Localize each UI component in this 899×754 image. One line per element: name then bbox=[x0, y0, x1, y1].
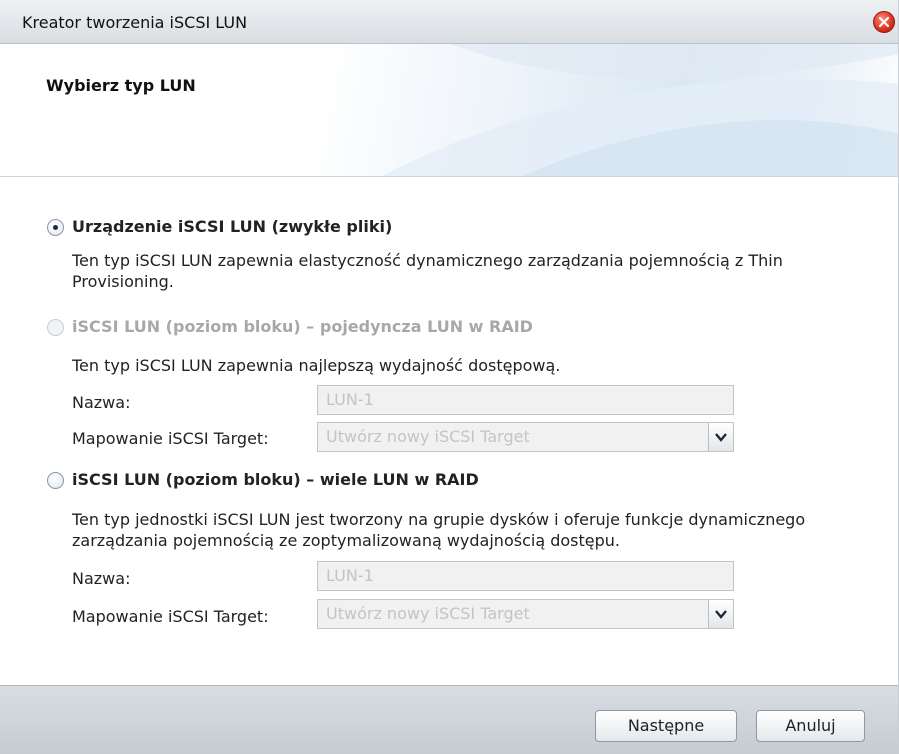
wizard-header: Wybierz typ LUN bbox=[0, 44, 898, 177]
multi-lun-target-label: Mapowanie iSCSI Target: bbox=[72, 607, 269, 626]
radio-single-lun-raid[interactable] bbox=[47, 319, 64, 336]
chevron-down-icon bbox=[715, 433, 727, 442]
close-icon bbox=[878, 16, 890, 28]
title-bar[interactable]: Kreator tworzenia iSCSI LUN bbox=[0, 0, 898, 44]
multi-lun-name-input[interactable]: LUN-1 bbox=[317, 561, 734, 591]
close-button[interactable] bbox=[873, 11, 895, 33]
radio-selected-dot bbox=[53, 225, 58, 230]
single-lun-name-label: Nazwa: bbox=[72, 393, 131, 412]
single-lun-target-label: Mapowanie iSCSI Target: bbox=[72, 429, 269, 448]
single-lun-name-input[interactable]: LUN-1 bbox=[317, 385, 734, 415]
option-multi-lun-raid-label[interactable]: iSCSI LUN (poziom bloku) – wiele LUN w R… bbox=[72, 470, 479, 489]
window-title: Kreator tworzenia iSCSI LUN bbox=[22, 13, 248, 32]
single-lun-target-dropdown-button[interactable] bbox=[708, 423, 733, 451]
multi-lun-target-select[interactable]: Utwórz nowy iSCSI Target bbox=[317, 599, 734, 629]
step-title: Wybierz typ LUN bbox=[46, 76, 196, 95]
wizard-footer: Następne Anuluj bbox=[0, 685, 898, 754]
option-file-lun-description: Ten typ iSCSI LUN zapewnia elastyczność … bbox=[72, 251, 783, 291]
header-decoration bbox=[381, 44, 898, 176]
single-lun-target-select[interactable]: Utwórz nowy iSCSI Target bbox=[317, 422, 734, 452]
option-file-lun-label[interactable]: Urządzenie iSCSI LUN (zwykłe pliki) bbox=[72, 217, 392, 236]
radio-multi-lun-raid[interactable] bbox=[47, 472, 64, 489]
wizard-content: Urządzenie iSCSI LUN (zwykłe pliki) Ten … bbox=[0, 177, 898, 685]
multi-lun-name-label: Nazwa: bbox=[72, 569, 131, 588]
option-multi-lun-raid-description: Ten typ jednostki iSCSI LUN jest tworzon… bbox=[72, 510, 806, 550]
wizard-window: Kreator tworzenia iSCSI LUN Wybierz typ … bbox=[0, 0, 899, 754]
cancel-button[interactable]: Anuluj bbox=[756, 710, 865, 742]
radio-file-lun[interactable] bbox=[47, 219, 64, 236]
single-lun-target-value: Utwórz nowy iSCSI Target bbox=[326, 427, 530, 446]
multi-lun-target-dropdown-button[interactable] bbox=[708, 600, 733, 628]
next-button[interactable]: Następne bbox=[595, 710, 737, 742]
multi-lun-target-value: Utwórz nowy iSCSI Target bbox=[326, 604, 530, 623]
chevron-down-icon bbox=[715, 610, 727, 619]
option-single-lun-raid-label[interactable]: iSCSI LUN (poziom bloku) – pojedyncza LU… bbox=[72, 317, 533, 336]
option-single-lun-raid-description: Ten typ iSCSI LUN zapewnia najlepszą wyd… bbox=[72, 356, 561, 375]
